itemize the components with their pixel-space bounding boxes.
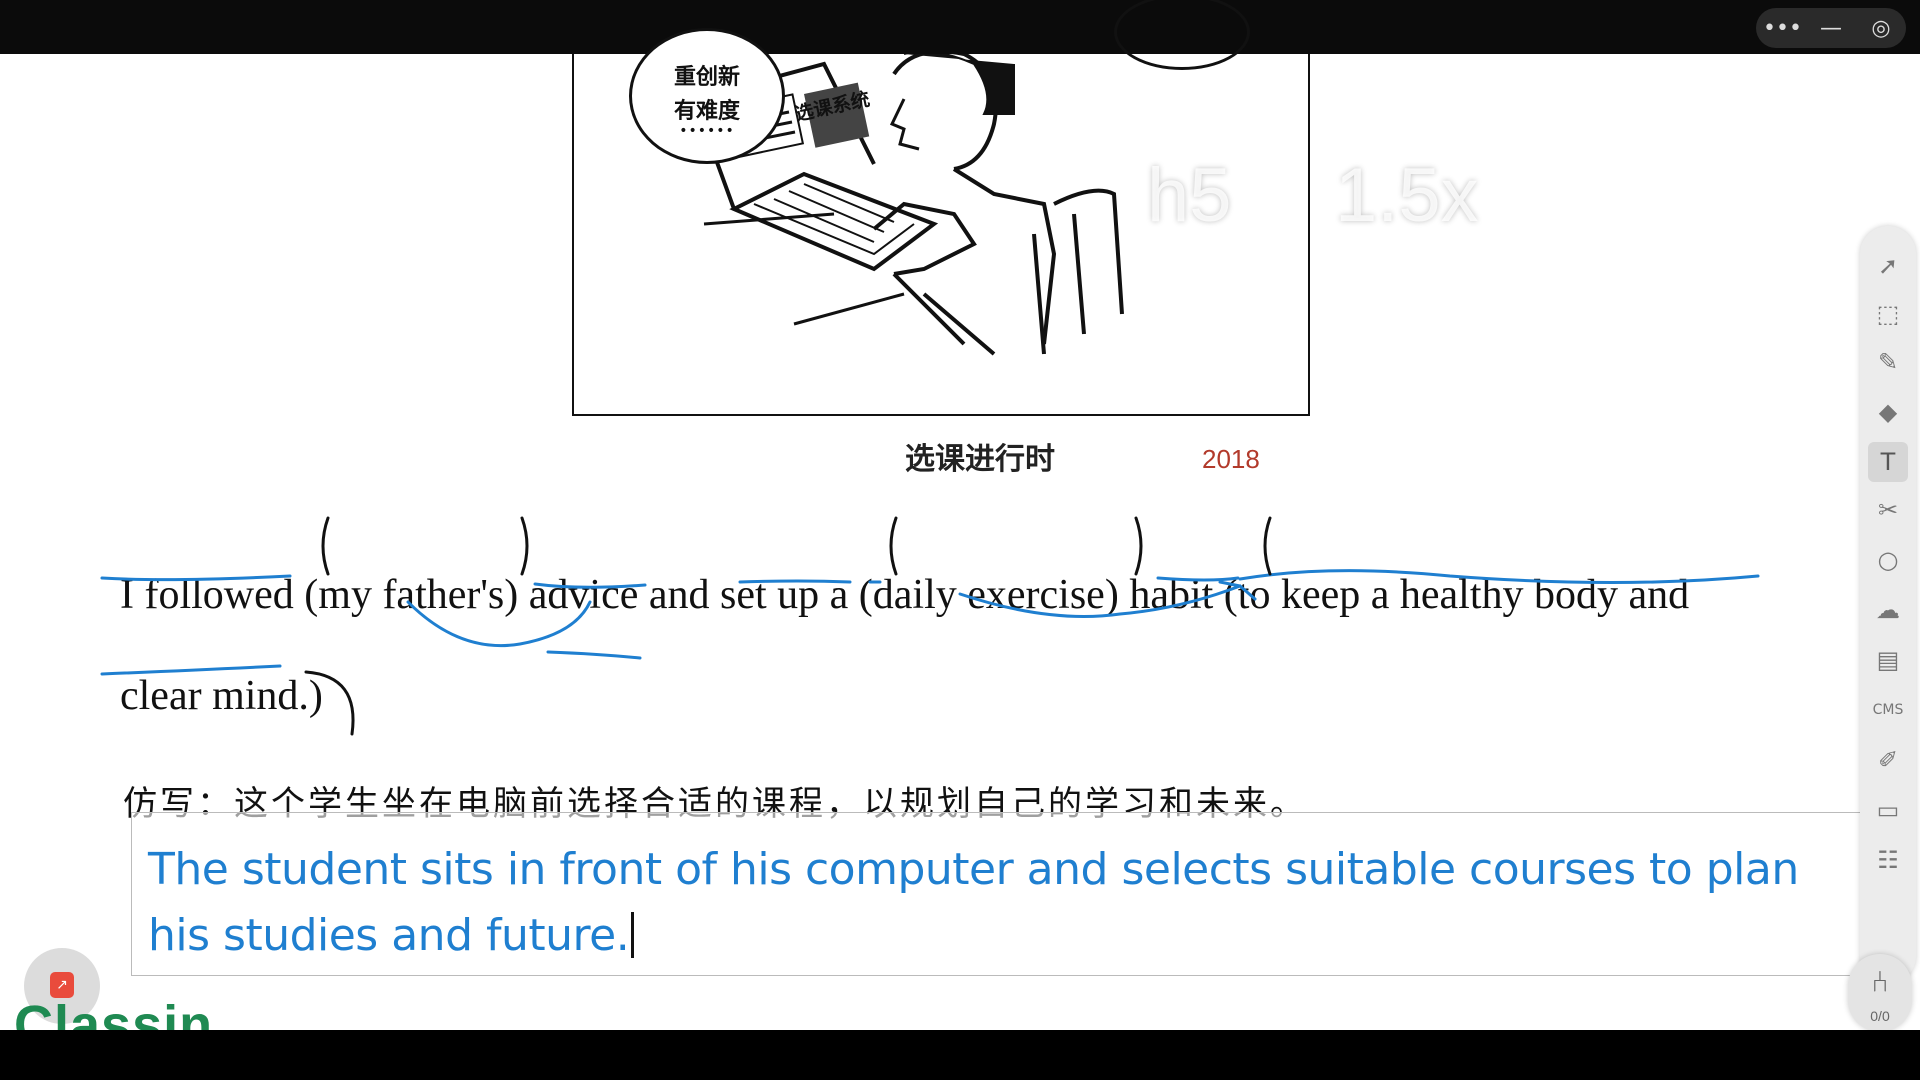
seat-icon: ⑃ xyxy=(1871,965,1889,1000)
text-icon[interactable]: T xyxy=(1868,442,1908,482)
chat-icon[interactable]: ▭ xyxy=(1868,790,1908,830)
replay-icon[interactable] xyxy=(1563,158,1643,238)
bubble-ellipsis: •••••• xyxy=(679,123,735,139)
pointer-icon[interactable]: ➚ xyxy=(1868,246,1908,286)
h5-format-label[interactable]: h5 xyxy=(1147,152,1232,239)
window-controls: ••• — ◎ xyxy=(1756,8,1906,48)
answer-text-box[interactable]: The student sits in front of his compute… xyxy=(131,812,1881,976)
record-icon[interactable]: ◎ xyxy=(1863,16,1899,41)
edit-icon[interactable]: ✐ xyxy=(1868,740,1908,780)
cloud-icon[interactable]: ☁ xyxy=(1868,590,1908,630)
bubble-text-line1: 重创新 xyxy=(673,65,740,90)
more-icon[interactable]: ••• xyxy=(1763,16,1802,41)
seat-button[interactable]: ⑃ 0/0 xyxy=(1848,954,1912,1032)
whiteboard-toolbar: ➚ ⬚ ✎ ◆ T ✂ ○ ☁ ▤ CMS ✐ ▭ ☷ xyxy=(1860,226,1916,984)
scissors-icon[interactable]: ✂ xyxy=(1868,490,1908,530)
minimize-icon[interactable]: — xyxy=(1813,16,1849,41)
illustration-caption: 选课进行时 xyxy=(905,442,1055,477)
playback-speed-label[interactable]: 1.5x xyxy=(1335,152,1479,239)
marquee-select-icon[interactable]: ⬚ xyxy=(1868,294,1908,334)
bubble-text-line2: 有难度 xyxy=(673,99,740,124)
cms-icon[interactable]: CMS xyxy=(1868,690,1908,730)
model-sentence-line1: I followed (my father's) advice and set … xyxy=(120,572,1690,618)
pen-icon[interactable]: ✎ xyxy=(1868,342,1908,382)
model-sentence-line2: clear mind.) xyxy=(120,673,323,719)
bottom-bar xyxy=(0,1030,1920,1080)
seat-count: 0/0 xyxy=(1870,1008,1890,1024)
answer-text-content: The student sits in front of his compute… xyxy=(148,844,1799,961)
toolbox-icon[interactable]: ▤ xyxy=(1868,640,1908,680)
top-bar: ••• — ◎ xyxy=(0,0,1920,54)
speech-bubble: 重创新 有难度 •••••• xyxy=(629,28,785,164)
answer-text[interactable]: The student sits in front of his compute… xyxy=(148,837,1868,969)
eraser-icon[interactable]: ◆ xyxy=(1868,392,1908,432)
year-label: 2018 xyxy=(1202,444,1260,474)
users-icon[interactable]: ☷ xyxy=(1868,840,1908,880)
shape-icon[interactable]: ○ xyxy=(1868,540,1908,580)
text-caret xyxy=(631,912,635,958)
whiteboard-canvas[interactable]: 重创新 有难度 •••••• 选课系统 选课进行时 2018 h5 1.5x I… xyxy=(0,0,1920,1055)
